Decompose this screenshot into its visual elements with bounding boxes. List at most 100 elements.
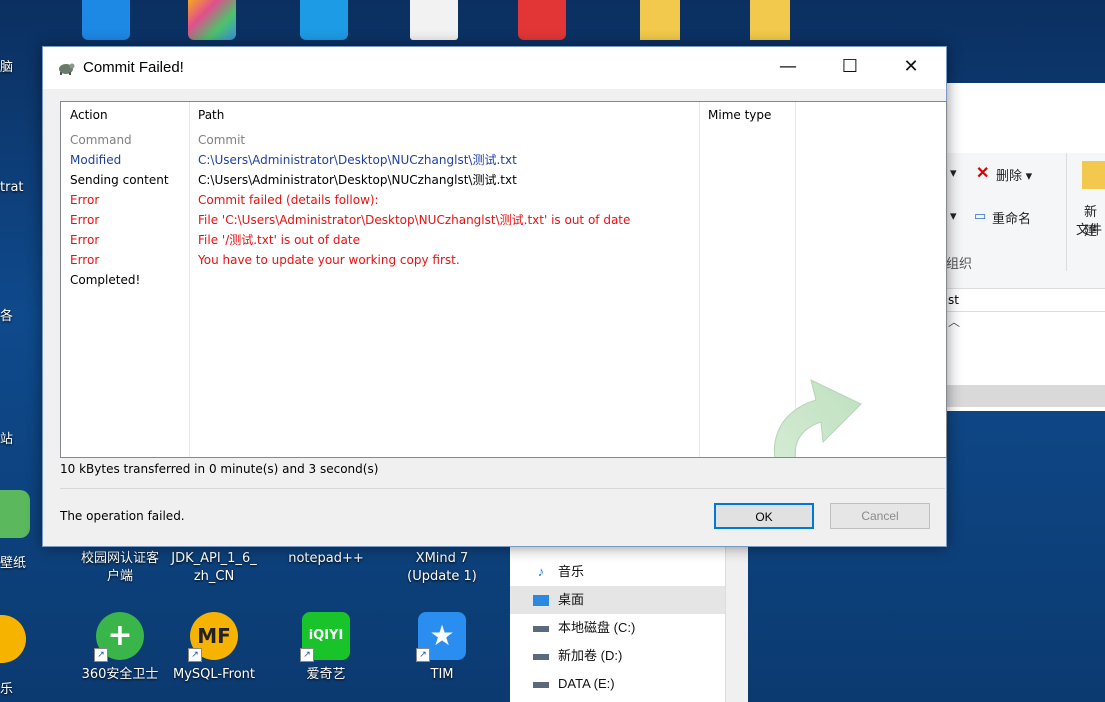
table-row[interactable]: Modified C:\Users\Administrator\Desktop\N…	[61, 150, 941, 170]
delete-icon: ✕	[976, 165, 990, 182]
nav-pane-scrollbar[interactable]	[725, 540, 748, 702]
tortoise-icon	[59, 63, 75, 75]
iqiyi-icon: iQIYI ↗	[300, 612, 350, 662]
left-edge-label-3: 各	[0, 309, 14, 324]
nav-item-drive-e[interactable]: DATA (E:)	[510, 670, 725, 698]
row-path: C:\Users\Administrator\Desktop\NUCzhangl…	[198, 153, 517, 167]
ok-button[interactable]: OK	[714, 503, 814, 529]
left-edge-label-1: 脑	[0, 60, 14, 75]
desktop-icon-mysql-front[interactable]: MF ↗ MySQL-Front	[168, 612, 260, 684]
desktop-icon-tim[interactable]: ★ ↗ TIM	[396, 612, 488, 684]
transfer-summary: 10 kBytes transferred in 0 minute(s) and…	[60, 462, 379, 476]
close-button[interactable]: ✕	[888, 47, 934, 89]
left-edge-icon-green[interactable]	[0, 490, 30, 538]
nav-item-music[interactable]: ♪ 音乐	[510, 558, 725, 586]
explorer-ribbon: ▾ ✕ 删除 ▾ ▾ ▭ 重命名 新建 文件 组织	[946, 153, 1105, 288]
row-path: You have to update your working copy fir…	[198, 253, 460, 267]
table-row[interactable]: Command Commit	[61, 130, 941, 150]
desktop-top-icon-6[interactable]	[640, 0, 680, 40]
desktop-icon-label: 爱奇艺	[306, 667, 346, 682]
dialog-titlebar[interactable]: Commit Failed! — ☐ ✕	[43, 47, 946, 89]
nav-item-label: 本地磁盘 (C:)	[558, 620, 636, 635]
explorer-grey-band	[946, 385, 1105, 407]
desktop-icon-label: 360安全卫士	[81, 667, 159, 682]
left-edge-label-6: 乐	[0, 682, 14, 697]
music-icon: ♪	[537, 564, 545, 579]
row-action: Sending content	[70, 173, 169, 187]
nav-item-drive-d[interactable]: 新加卷 (D:)	[510, 642, 725, 670]
shortcut-arrow-icon: ↗	[188, 648, 202, 662]
organize-group-label: 组织	[946, 256, 973, 271]
ribbon-divider	[1066, 153, 1067, 271]
nav-item-label: 音乐	[558, 564, 585, 579]
left-edge-label-2: trat	[0, 180, 24, 195]
shortcut-arrow-icon: ↗	[416, 648, 430, 662]
column-header-path[interactable]: Path	[189, 102, 699, 129]
desktop-top-icon-7[interactable]	[750, 0, 790, 40]
status-text: The operation failed.	[60, 509, 185, 523]
drive-icon	[532, 614, 550, 642]
desktop-top-icon-3[interactable]	[300, 0, 348, 40]
tim-glyph: ★	[429, 619, 455, 652]
row-path: File '/测试.txt' is out of date	[198, 233, 360, 247]
delete-label: 删除	[996, 168, 1023, 183]
rename-icon: ▭	[974, 208, 987, 223]
row-action: Completed!	[70, 273, 141, 287]
iqiyi-glyph: iQIYI	[308, 628, 344, 643]
explorer-nav-pane: ♪ 音乐 桌面 本地磁盘 (C:) 新加卷 (D:) DATA (E:)	[510, 534, 725, 702]
dialog-separator	[60, 488, 945, 489]
desktop-icon-label: notepad++	[288, 551, 364, 566]
table-row[interactable]: Error You have to update your working cop…	[61, 250, 941, 270]
delete-button[interactable]: 删除 ▾	[996, 165, 1032, 184]
drive-icon	[532, 642, 550, 670]
360-glyph: +	[107, 618, 133, 653]
address-bar[interactable]: st	[946, 288, 1105, 312]
nav-item-drive-c[interactable]: 本地磁盘 (C:)	[510, 614, 725, 642]
desktop-top-icon-2[interactable]	[188, 0, 236, 40]
file-label[interactable]: 文件	[1076, 219, 1102, 238]
row-path: Commit	[198, 133, 246, 147]
dialog-title: Commit Failed!	[83, 59, 184, 76]
desktop-top-icon-4[interactable]	[410, 0, 458, 40]
nav-item-label: 桌面	[558, 592, 585, 607]
ribbon-dropdown-icon-2[interactable]: ▾	[950, 208, 957, 224]
desktop-icon-label: JDK_API_1_6_ zh_CN	[171, 551, 257, 584]
collapse-chevron-icon[interactable]: ︿	[948, 313, 960, 330]
desktop-icon-iqiyi[interactable]: iQIYI ↗ 爱奇艺	[280, 612, 372, 684]
minimize-icon: —	[779, 56, 797, 77]
minimize-button[interactable]: —	[765, 47, 811, 89]
table-row[interactable]: Error File '/测试.txt' is out of date	[61, 230, 941, 250]
left-edge-icon-yellow[interactable]	[0, 615, 26, 663]
left-edge-label-4: 站	[0, 432, 14, 447]
nav-item-desktop[interactable]: 桌面	[510, 586, 725, 614]
commit-failed-dialog: Commit Failed! — ☐ ✕ Action Path Mime ty…	[42, 46, 947, 547]
desktop-top-icon-5[interactable]	[518, 0, 566, 40]
row-action: Error	[70, 193, 100, 207]
table-row[interactable]: Error Commit failed (details follow):	[61, 190, 941, 210]
commit-arrow-watermark-icon	[773, 379, 862, 457]
cancel-button[interactable]: Cancel	[830, 503, 930, 529]
mysql-front-glyph: MF	[197, 624, 231, 648]
desktop-icon-label: MySQL-Front	[173, 667, 255, 682]
commit-log-list[interactable]: Action Path Mime type Command Commit Modif…	[60, 101, 947, 458]
column-header-mime[interactable]: Mime type	[699, 102, 795, 129]
nav-item-label: DATA (E:)	[558, 676, 615, 691]
column-header-action[interactable]: Action	[61, 102, 189, 129]
desktop-top-icon-1[interactable]	[82, 0, 130, 40]
desktop-icon-campus-auth[interactable]: 校园网认证客 户端	[74, 550, 166, 586]
row-action: Modified	[70, 153, 122, 167]
desktop-icon-notepadpp[interactable]: notepad++	[280, 550, 372, 568]
table-row[interactable]: Error File 'C:\Users\Administrator\Deskto…	[61, 210, 941, 230]
desktop-icon	[532, 586, 550, 614]
rename-button[interactable]: 重命名	[992, 208, 1031, 227]
table-row[interactable]: Completed!	[61, 270, 941, 290]
left-edge-label-5: 壁纸	[0, 556, 27, 571]
desktop-icon-360[interactable]: + ↗ 360安全卫士	[74, 612, 166, 684]
row-path: C:\Users\Administrator\Desktop\NUCzhangl…	[198, 173, 517, 187]
desktop-icon-xmind[interactable]: XMind 7 (Update 1)	[396, 550, 488, 586]
desktop-icon-jdk-api[interactable]: JDK_API_1_6_ zh_CN	[168, 550, 260, 586]
table-row[interactable]: Sending content C:\Users\Administrator\De…	[61, 170, 941, 190]
maximize-button[interactable]: ☐	[827, 47, 873, 89]
desktop-icon-label: TIM	[430, 667, 454, 682]
ribbon-dropdown-icon[interactable]: ▾	[950, 165, 957, 181]
